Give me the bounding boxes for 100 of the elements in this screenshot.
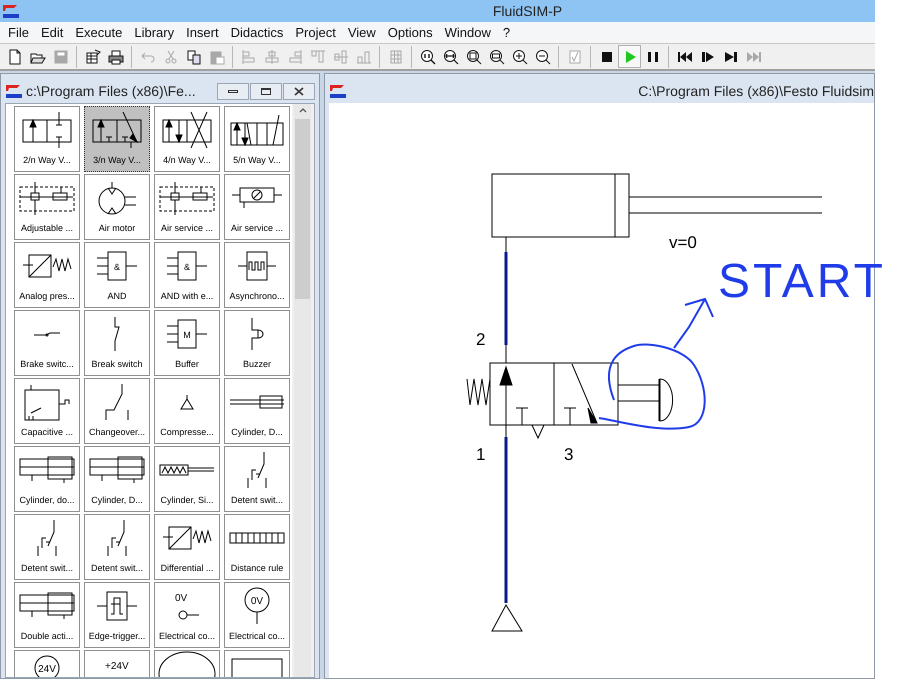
menu-item[interactable]: Library: [128, 22, 180, 42]
component-symbol-icon: [105, 383, 129, 421]
menu-item[interactable]: Didactics: [224, 22, 290, 42]
library-tile[interactable]: 4/n Way V...: [154, 106, 220, 172]
align-middle-icon: [332, 48, 348, 64]
library-tile[interactable]: Air motor: [84, 174, 150, 240]
component-symbol-icon: [229, 532, 285, 544]
library-tile[interactable]: Cylinder, Si...: [154, 446, 220, 512]
library-tile[interactable]: & AND with e...: [154, 242, 220, 308]
component-symbol-icon: [230, 114, 284, 146]
menu-item[interactable]: File: [2, 22, 35, 42]
open-library-icon: [84, 48, 100, 64]
library-tile[interactable]: Break switch: [84, 310, 150, 376]
align-center-icon: [264, 48, 280, 64]
zoom-out-icon: [534, 48, 550, 64]
app-logo-icon: [5, 83, 23, 99]
library-tile[interactable]: 3/n Way V...: [84, 106, 150, 172]
menu-item[interactable]: Window: [438, 22, 497, 42]
app-logo-icon: [2, 3, 20, 19]
library-tile[interactable]: Changeover...: [84, 378, 150, 444]
app-logo-icon: [329, 83, 347, 99]
component-symbol-icon: [89, 456, 145, 484]
restore-button[interactable]: [250, 82, 282, 100]
library-tile[interactable]: +24V: [84, 650, 150, 677]
align-top-icon: [310, 48, 326, 64]
scrollbar[interactable]: [294, 104, 311, 677]
component-symbol-icon: [180, 394, 194, 410]
component-symbol-icon: [22, 254, 72, 278]
library-tile[interactable]: Cylinder, D...: [84, 446, 150, 512]
close-icon: [294, 86, 304, 96]
component-symbol-icon: [92, 111, 142, 149]
component-symbol-icon: [19, 456, 75, 484]
library-tile[interactable]: 0V Electrical co...: [154, 582, 220, 648]
library-tile[interactable]: Compresse...: [154, 378, 220, 444]
component-symbol-icon: +24V: [104, 660, 130, 677]
library-tile[interactable]: Buzzer: [224, 310, 290, 376]
zoom-width-icon: [442, 48, 458, 64]
library-tile[interactable]: Air service ...: [224, 174, 290, 240]
window-title: c:\Program Files (x86)\Fe...: [26, 82, 196, 101]
library-tile[interactable]: Distance rule: [224, 514, 290, 580]
library-tile[interactable]: 5/n Way V...: [224, 106, 290, 172]
copy-icon: [186, 48, 202, 64]
component-symbol-icon: [107, 519, 127, 557]
library-tile[interactable]: M Buffer: [154, 310, 220, 376]
window-title: FluidSIM-P: [492, 2, 562, 20]
component-symbol-icon: [229, 395, 285, 409]
component-symbol-icon: 24V: [34, 655, 60, 677]
menu-item[interactable]: ?: [496, 22, 516, 42]
exhaust-symbol: [491, 604, 523, 632]
align-bottom-icon: [356, 48, 372, 64]
component-symbol-icon: [37, 519, 57, 557]
library-tile[interactable]: Brake switc...: [14, 310, 80, 376]
library-tile[interactable]: Analog pres...: [14, 242, 80, 308]
library-tile[interactable]: Detent swit...: [84, 514, 150, 580]
library-tile[interactable]: Cylinder, do...: [14, 446, 80, 512]
library-tile[interactable]: 24V: [14, 650, 80, 677]
component-symbol-icon: [231, 187, 283, 209]
zoom-in-icon: [512, 48, 528, 64]
library-tile[interactable]: & AND: [84, 242, 150, 308]
component-symbol-icon: [159, 180, 215, 216]
velocity-label: v=0: [669, 233, 697, 252]
cut-icon: [162, 48, 178, 64]
paste-icon: [208, 48, 224, 64]
menu-item[interactable]: Execute: [69, 22, 128, 42]
library-tile[interactable]: Detent swit...: [14, 514, 80, 580]
close-button[interactable]: [283, 82, 315, 100]
component-symbol-icon: [19, 592, 75, 620]
component-symbol-icon: [22, 111, 72, 149]
new-icon: [6, 48, 22, 64]
component-symbol-icon: [19, 180, 75, 216]
zoom-actual-icon: [420, 48, 436, 64]
component-symbol-icon: [96, 591, 138, 621]
menu-item[interactable]: Edit: [34, 22, 70, 42]
menu-item[interactable]: Project: [289, 22, 342, 42]
library-tile[interactable]: Asynchrono...: [224, 242, 290, 308]
minimize-button[interactable]: [217, 82, 249, 100]
component-symbol-icon: [250, 317, 264, 351]
save-icon: [52, 48, 68, 64]
library-tile[interactable]: Edge-trigger...: [84, 582, 150, 648]
component-symbol-icon: [247, 451, 267, 489]
zoom-fit-icon: [466, 48, 482, 64]
library-tile[interactable]: Differential ...: [154, 514, 220, 580]
library-tile[interactable]: Air service ...: [154, 174, 220, 240]
library-tile[interactable]: 2/n Way V...: [14, 106, 80, 172]
align-left-icon: [240, 48, 256, 64]
component-symbol-icon: [114, 316, 120, 352]
library-tile[interactable]: Capacitive ...: [14, 378, 80, 444]
component-symbol-icon: [33, 332, 61, 336]
library-tile[interactable]: 0V Electrical co...: [224, 582, 290, 648]
port-label: 3: [564, 445, 574, 464]
menu-item[interactable]: View: [342, 22, 382, 42]
library-tile[interactable]: Adjustable ...: [14, 174, 80, 240]
menu-item[interactable]: Insert: [180, 22, 225, 42]
library-tile[interactable]: Cylinder, D...: [224, 378, 290, 444]
scroll-up-icon[interactable]: [298, 108, 306, 113]
scrollbar-thumb[interactable]: [295, 119, 310, 299]
library-tile[interactable]: Detent swit...: [224, 446, 290, 512]
port-label: 2: [476, 330, 486, 349]
menu-item[interactable]: Options: [382, 22, 439, 42]
library-tile[interactable]: Double acti...: [14, 582, 80, 648]
